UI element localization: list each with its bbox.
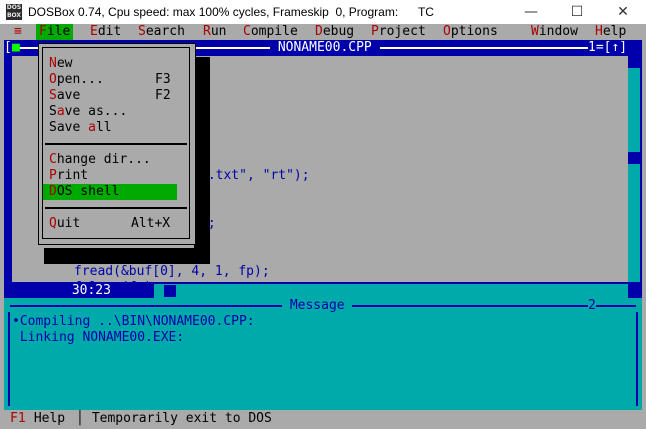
scroll-thumb[interactable] [628,152,640,164]
status-bar: F1 Help │ Temporarily exit to DOS [0,410,646,429]
file-menu-item-new[interactable]: New [49,56,72,72]
menu-compile[interactable]: Compile [243,24,298,40]
window-number-zoom[interactable]: 1=[↑] [588,40,628,56]
minimize-button[interactable]: — [508,0,554,24]
message-title: Message [282,298,353,314]
file-menu-item-change-dir[interactable]: Change dir... [49,152,151,168]
horizontal-scrollbar[interactable] [154,284,628,298]
window-title: DOSBox 0.74, Cpu speed: max 100% cycles,… [28,5,434,19]
menu-separator [45,207,187,209]
editor-filename: NONAME00.CPP [270,40,380,56]
dosbox-app-icon: DOS BOX [6,4,22,20]
frame-right [636,312,638,406]
close-button[interactable]: ✕ [600,0,646,24]
menu-help[interactable]: Help [595,24,626,40]
close-box-icon[interactable]: ■ [12,40,20,56]
message-line[interactable]: Linking NONAME00.EXE: [12,330,184,346]
menu-search[interactable]: Search [138,24,185,40]
file-menu-item-save-as[interactable]: Save as... [49,104,127,120]
file-menu-item-quit[interactable]: Quit [49,216,80,232]
menu-shadow [194,57,210,257]
menu-options[interactable]: Options [443,24,498,40]
menu-separator [45,143,187,145]
status-help-label: Help [26,411,66,426]
file-menu-item-open[interactable]: Open... [49,72,104,88]
vertical-scrollbar[interactable] [628,56,640,282]
menu-project[interactable]: Project [371,24,426,40]
shortcut-f2: F2 [155,88,171,103]
file-dropdown-menu: New Open... F3 Save F2 Save as... Save a… [38,43,196,245]
dos-screen: ≡ File Edit Search Run Compile Debug Pro… [0,24,646,429]
window-titlebar[interactable]: DOS BOX DOSBox 0.74, Cpu speed: max 100%… [0,0,646,24]
message-window: Message 2 •Compiling ..\BIN\NONAME00.CPP… [4,298,642,412]
scroll-up-arrow-icon[interactable] [628,56,640,68]
menu-file[interactable]: File [36,24,74,40]
menu-edit[interactable]: Edit [90,24,121,40]
status-separator: │ [76,411,84,426]
menu-shadow [44,248,210,264]
menu-window[interactable]: Window [531,24,578,40]
code-line: t.txt", "rt"); [200,168,310,183]
frame-left [8,312,10,406]
file-menu-item-save[interactable]: Save [49,88,80,104]
file-menu-item-print[interactable]: Print [49,168,88,184]
shortcut-f3: F3 [155,72,171,87]
cursor-position: 30:23 [64,283,119,299]
scroll-thumb-h[interactable] [164,285,176,297]
menu-debug[interactable]: Debug [315,24,354,40]
menu-bar: ≡ File Edit Search Run Compile Debug Pro… [0,24,646,40]
code-line: fread(&buf[0], 4, 1, fp); [74,264,270,279]
status-hint: Temporarily exit to DOS [84,411,272,426]
message-window-number: 2 [588,298,596,314]
shortcut-alt-x: Alt+X [131,216,171,231]
maximize-button[interactable]: ☐ [554,0,600,24]
menu-run[interactable]: Run [203,24,226,40]
file-menu-item-save-all[interactable]: Save all [49,120,112,136]
status-key-f1[interactable]: F1 [10,411,26,427]
message-line[interactable]: •Compiling ..\BIN\NONAME00.CPP: [12,314,255,330]
system-menu-icon[interactable]: ≡ [14,24,22,40]
frame-left-bracket: [ [4,40,12,55]
file-menu-item-dos-shell[interactable]: DOS shell [49,184,119,200]
